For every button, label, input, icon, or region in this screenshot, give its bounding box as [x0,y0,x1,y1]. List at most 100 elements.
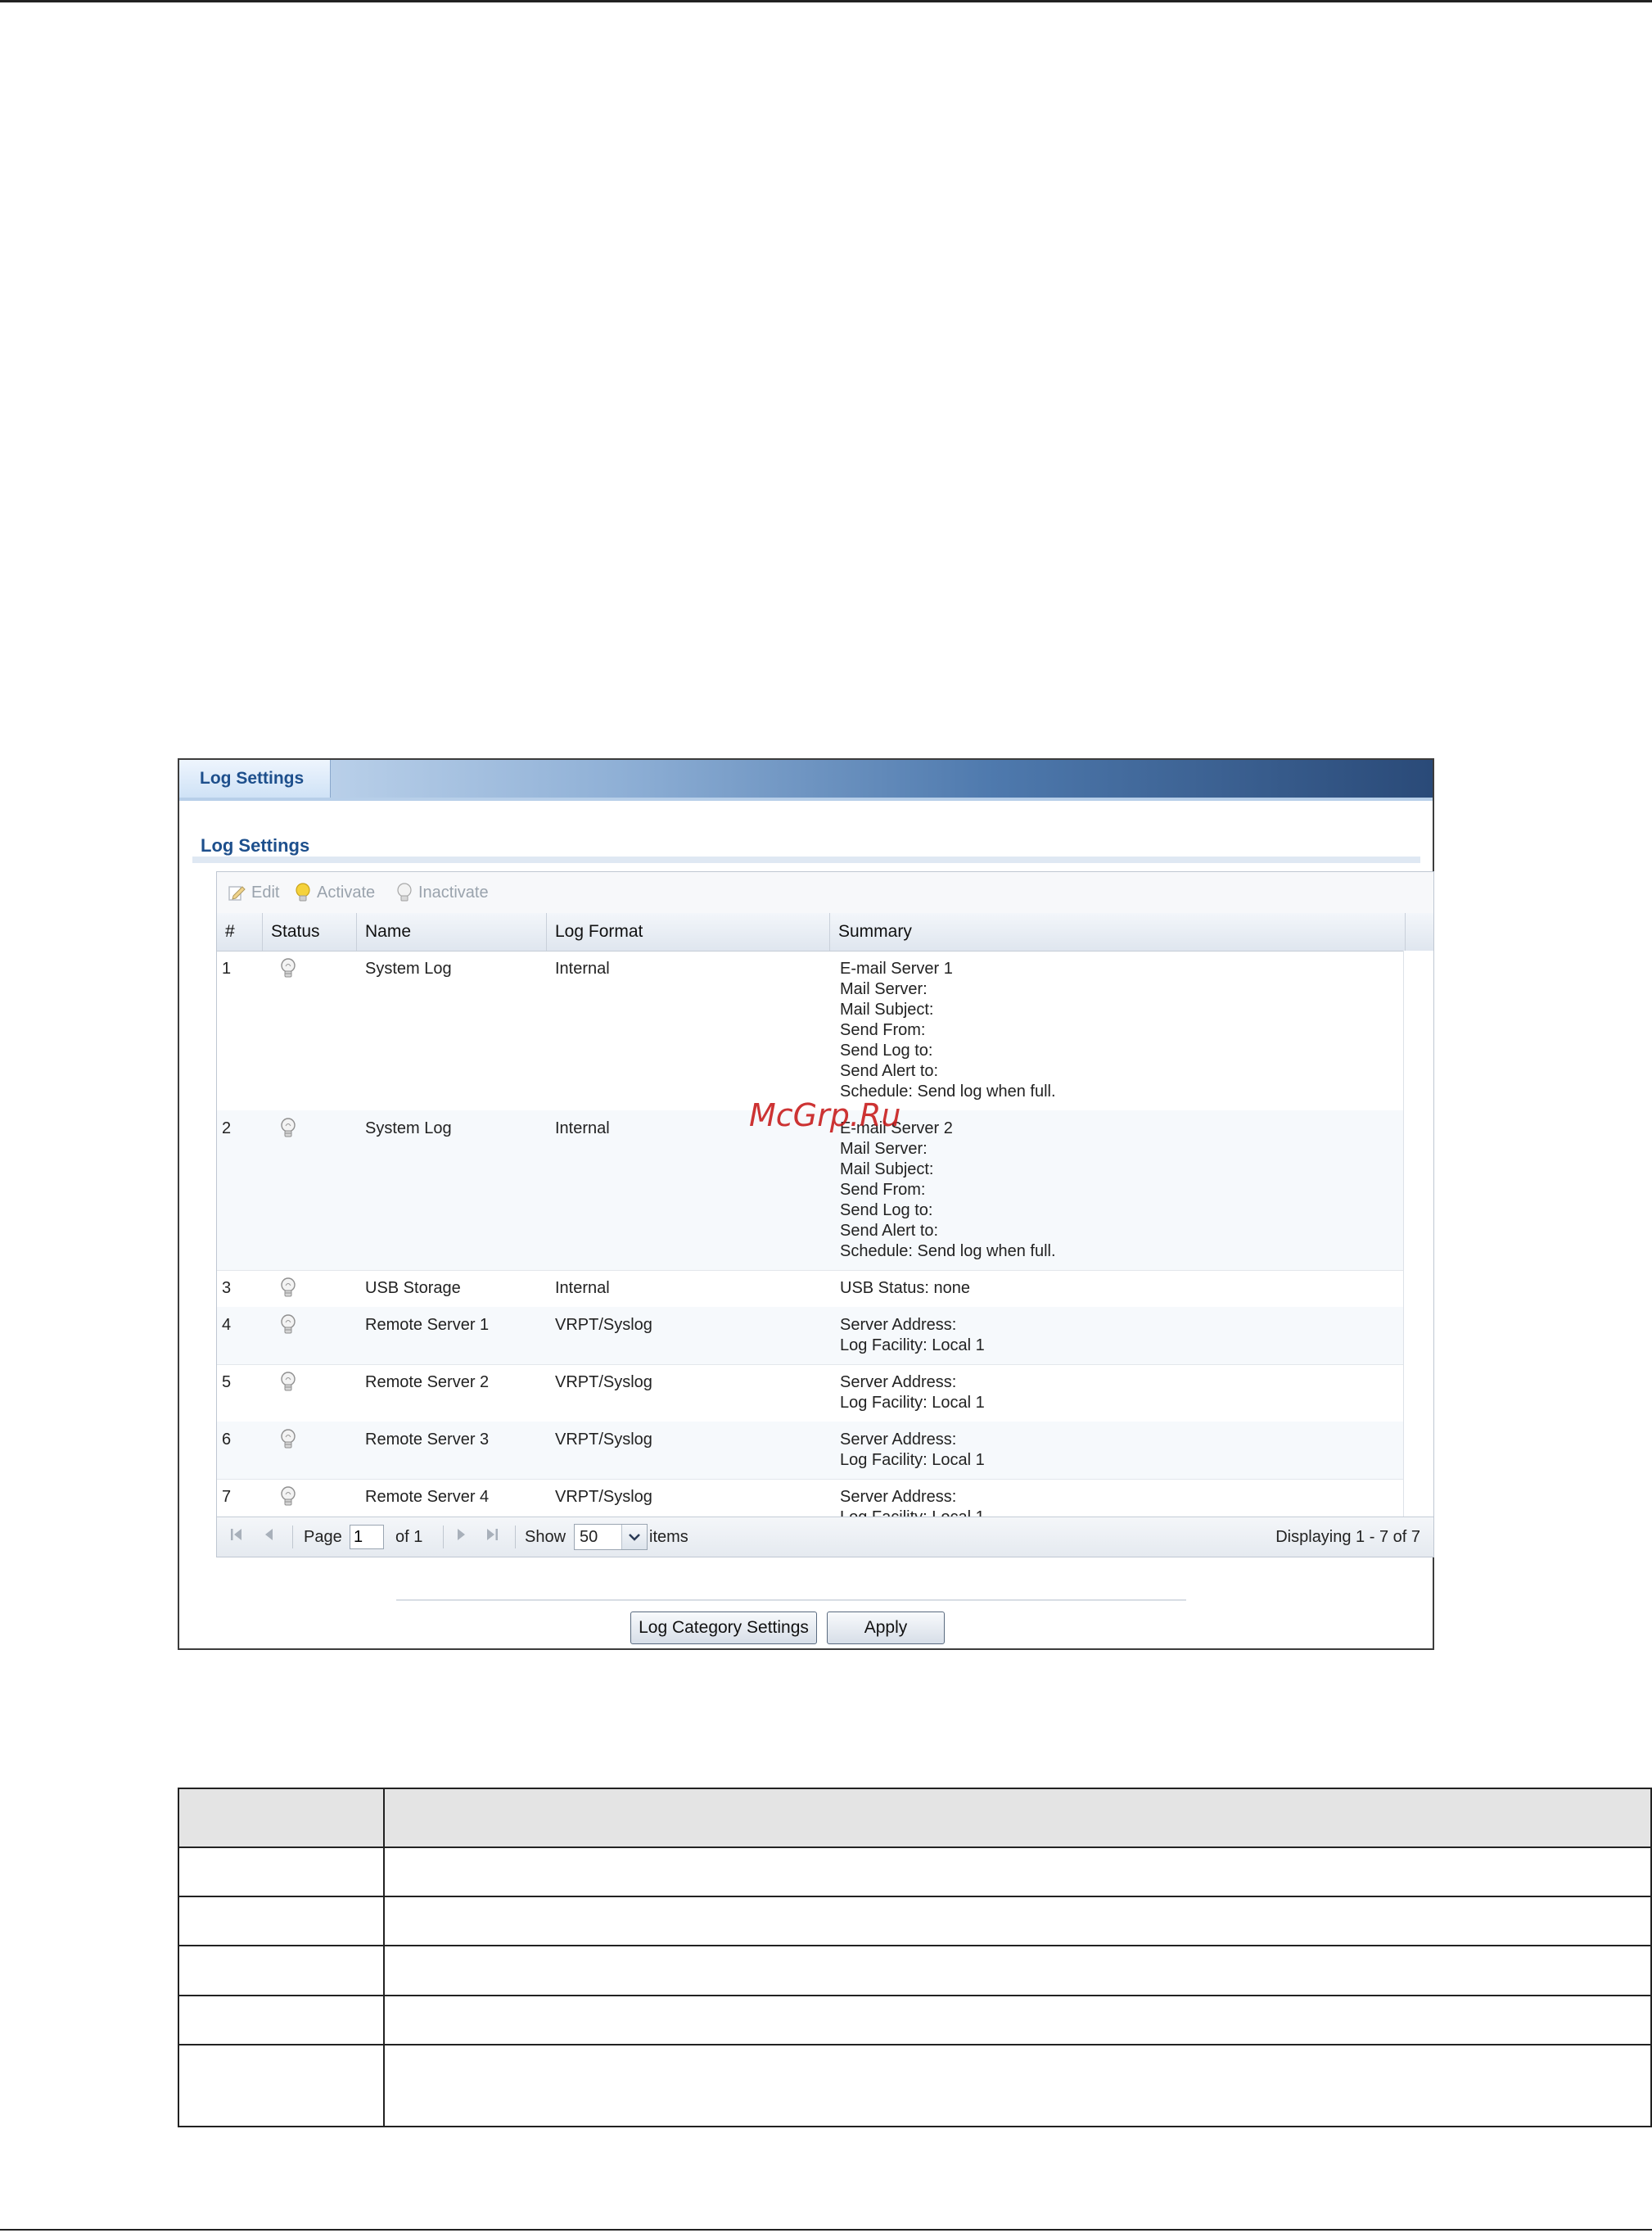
table-row [178,1847,1652,1898]
prev-page-icon [263,1526,276,1548]
of-pages-label: of 1 [395,1527,423,1546]
last-page-icon [484,1526,500,1548]
lightbulb-off-icon [395,882,413,903]
summary-line: Mail Server: [840,1140,928,1158]
row-summary: E-mail Server 2 Mail Server: Mail Subject:… [840,1119,1056,1262]
inactivate-button[interactable]: Inactivate [395,872,489,913]
col-status[interactable]: Status [263,913,357,951]
summary-line: E-mail Server 1 [840,960,953,978]
table-cell [383,1994,1652,2045]
row-name: USB Storage [365,1279,461,1297]
table-cell [178,1896,385,1947]
page-number-input[interactable] [350,1525,384,1549]
row-number: 3 [222,1279,232,1297]
summary-line: Log Facility: Local 1 [840,1451,985,1469]
table-row[interactable]: 1 System Log Internal E-mail Server 1 Mail S… [217,951,1433,1111]
section-divider [192,857,1420,863]
table-row[interactable]: 4 Remote Server 1 VRPT/Syslog Server Addres… [217,1307,1433,1365]
status-lightbulb-icon [279,1313,297,1342]
activate-label: Activate [317,884,376,902]
pager-separator [292,1526,293,1548]
summary-line: Server Address: [840,1373,957,1391]
summary-line: USB Status: none [840,1279,970,1297]
summary-line: Mail Subject: [840,1001,934,1019]
table-body: 1 System Log Internal E-mail Server 1 Mail S… [217,951,1433,1537]
prev-page-button[interactable] [263,1517,276,1557]
table-row [178,1994,1652,2045]
grid-toolbar: Edit Activate Inactivate [217,872,1433,914]
summary-line: Mail Subject: [840,1160,934,1178]
items-per-page-value: 50 [580,1528,598,1546]
last-page-button[interactable] [484,1517,500,1557]
table-row[interactable]: 5 Remote Server 2 VRPT/Syslog Server Addres… [217,1364,1433,1422]
log-category-settings-button[interactable]: Log Category Settings [630,1611,817,1644]
items-label: items [649,1527,688,1546]
next-page-button[interactable] [454,1517,467,1557]
row-number: 1 [222,960,232,978]
table-cell [383,1847,1652,1898]
pager-separator [443,1526,444,1548]
row-name: Remote Server 1 [365,1316,490,1334]
table-header: # Status Name Log Format Summary [217,913,1433,952]
section-title: Log Settings [201,835,310,856]
apply-button[interactable]: Apply [827,1611,945,1644]
table-cell [178,1945,385,1996]
page-number-field-wrap [350,1517,384,1557]
activate-button[interactable]: Activate [294,872,375,913]
row-summary: E-mail Server 1 Mail Server: Mail Subject:… [840,959,1056,1102]
first-page-icon [228,1526,245,1548]
table-row[interactable]: 6 Remote Server 3 VRPT/Syslog Server Addres… [217,1422,1433,1480]
col-log-format[interactable]: Log Format [547,913,830,951]
row-summary: USB Status: none [840,1278,970,1299]
summary-line: Schedule: Send log when full. [840,1242,1056,1260]
row-name: System Log [365,960,452,978]
table-cell [383,1945,1652,1996]
table-cell [178,1994,385,2045]
row-log-format: Internal [555,1119,610,1137]
pagination-bar: Page of 1 Show 50 items Displaying 1 - 7 [217,1517,1433,1557]
summary-line: Send Alert to: [840,1222,939,1240]
summary-line: Log Facility: Local 1 [840,1336,985,1354]
col-number[interactable]: # [217,913,263,951]
summary-line: Server Address: [840,1431,957,1449]
row-log-format: VRPT/Syslog [555,1488,652,1506]
summary-line: Log Facility: Local 1 [840,1394,985,1412]
table-row[interactable]: 2 System Log Internal E-mail Server 2 Mail S… [217,1110,1433,1271]
edit-button[interactable]: Edit [227,872,279,913]
footer-divider [396,1599,1186,1601]
table-cell [178,1847,385,1898]
row-number: 5 [222,1373,232,1391]
vertical-scrollbar[interactable] [1403,951,1433,1519]
reference-table [178,1787,1652,2128]
page-bottom-rule [0,2229,1652,2231]
title-bar: Log Settings [179,760,1433,798]
col-summary[interactable]: Summary [830,913,1406,951]
next-page-icon [454,1526,467,1548]
table-cell [383,1787,1652,1849]
row-log-format: Internal [555,960,610,978]
row-number: 7 [222,1488,232,1506]
table-cell [383,2043,1652,2128]
summary-line: Mail Server: [840,980,928,998]
chevron-down-icon [621,1525,647,1549]
row-summary: Server Address: Log Facility: Local 1 [840,1315,985,1356]
show-select-wrap: 50 [574,1517,648,1557]
pager-separator [515,1526,516,1548]
table-row[interactable]: 3 USB Storage Internal USB Status: none [217,1270,1433,1308]
row-log-format: VRPT/Syslog [555,1316,652,1334]
status-lightbulb-icon [279,1117,297,1146]
table-cell [383,1896,1652,1947]
status-lightbulb-icon [279,957,297,986]
table-row [178,1896,1652,1947]
show-label: Show [525,1527,566,1546]
log-settings-grid: Edit Activate Inactivate # Status Name L… [216,871,1434,1557]
col-name[interactable]: Name [357,913,547,951]
row-name: Remote Server 2 [365,1373,490,1391]
items-per-page-select[interactable]: 50 [574,1524,648,1550]
summary-line: Send Alert to: [840,1062,939,1080]
first-page-button[interactable] [228,1517,245,1557]
row-log-format: Internal [555,1279,610,1297]
tab-log-settings[interactable]: Log Settings [179,760,331,798]
displaying-count: Displaying 1 - 7 of 7 [1275,1527,1420,1546]
status-lightbulb-icon [279,1485,297,1514]
